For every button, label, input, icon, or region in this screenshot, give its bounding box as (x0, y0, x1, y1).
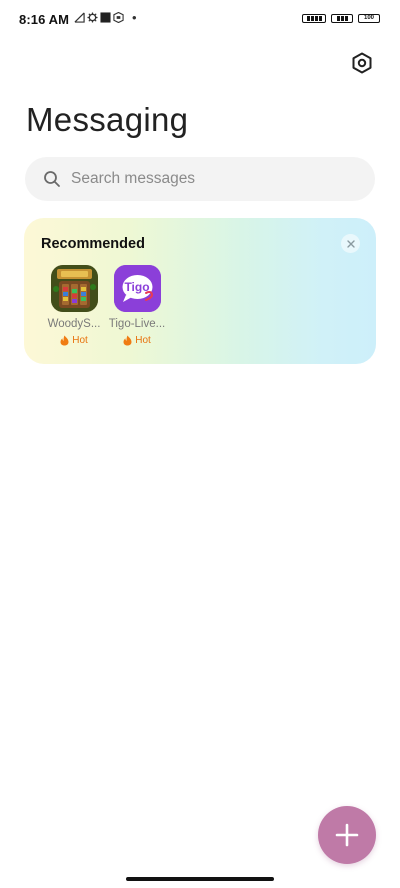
gear-notification-icon (87, 12, 98, 23)
recommended-card: Recommended WoodyS... Hot Tigo Tigo-Live… (24, 218, 376, 364)
hot-label: Hot (72, 335, 88, 346)
status-right-icons: 100 (302, 14, 380, 23)
wifi-icon (331, 14, 353, 23)
hot-badge: Hot (43, 335, 105, 346)
home-indicator[interactable] (126, 877, 274, 881)
status-more-dot: • (132, 10, 137, 25)
edit-notification-icon (74, 12, 85, 23)
square-notification-icon (100, 12, 111, 23)
search-icon (44, 171, 60, 187)
flame-icon (60, 335, 69, 346)
battery-icon: 100 (358, 14, 380, 23)
search-input[interactable] (71, 170, 331, 188)
recommended-close-button[interactable] (341, 234, 360, 253)
status-time: 8:16 AM (19, 12, 70, 27)
signal-icon (302, 14, 326, 23)
page-title: Messaging (26, 101, 189, 138)
plus-icon (335, 823, 359, 847)
flame-icon (123, 335, 132, 346)
close-icon (346, 239, 355, 248)
search-bar[interactable] (25, 157, 375, 201)
shield-notification-icon (113, 12, 124, 23)
status-bar: 8:16 AM • 100 (0, 0, 400, 40)
recommended-app-woodys[interactable]: WoodyS... Hot (43, 265, 105, 346)
hot-label: Hot (135, 335, 151, 346)
tigo-icon: Tigo (113, 265, 161, 312)
tigo-icon-text: Tigo (124, 280, 150, 294)
new-message-button[interactable] (318, 806, 376, 864)
hot-badge: Hot (106, 335, 168, 346)
woody-game-icon (50, 265, 98, 312)
app-name: WoodyS... (47, 318, 101, 330)
recommended-app-tigo[interactable]: Tigo Tigo-Live... Hot (106, 265, 168, 346)
status-notification-icons: • (74, 10, 137, 25)
settings-hexagon-icon (352, 52, 372, 74)
app-name: Tigo-Live... (108, 318, 166, 330)
settings-button[interactable] (349, 50, 375, 76)
recommended-title: Recommended (41, 236, 145, 252)
